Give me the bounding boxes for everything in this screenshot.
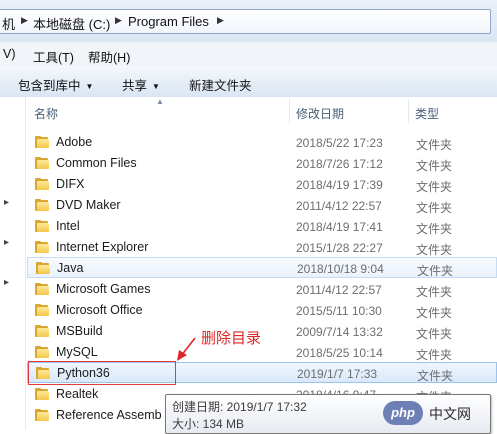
file-type: 文件夹 xyxy=(417,369,454,383)
column-divider[interactable] xyxy=(289,99,290,123)
folder-icon xyxy=(35,199,49,211)
file-name: Common Files xyxy=(56,156,137,170)
file-date: 2011/4/12 22:57 xyxy=(296,283,382,297)
file-type: 文件夹 xyxy=(416,348,453,362)
nav-expand-icon[interactable]: ▸ xyxy=(4,197,9,208)
file-name: MySQL xyxy=(56,345,98,359)
tooltip-created: 创建日期: 2019/1/7 17:32 xyxy=(172,400,307,414)
table-row[interactable]: Java 2018/10/18 9:04 文件夹 xyxy=(27,257,497,278)
file-type: 文件夹 xyxy=(416,306,453,320)
column-name[interactable]: 名称 xyxy=(34,105,58,122)
breadcrumb-drive[interactable]: 本地磁盘 (C:) xyxy=(33,14,110,33)
annotation-highlight-box xyxy=(28,361,176,385)
include-label: 包含到库中 xyxy=(18,79,81,93)
folder-icon xyxy=(35,325,49,337)
column-modified[interactable]: 修改日期 xyxy=(296,105,344,122)
breadcrumb-folder[interactable]: Program Files xyxy=(128,14,209,29)
file-date: 2018/5/22 17:23 xyxy=(296,136,383,150)
column-divider[interactable] xyxy=(408,99,409,123)
folder-icon xyxy=(36,262,50,274)
share-label: 共享 xyxy=(122,79,148,93)
sort-ascending-icon: ▲ xyxy=(156,97,164,106)
folder-icon xyxy=(35,388,49,400)
folder-icon xyxy=(35,157,49,169)
navigation-pane[interactable]: ▸ ▸ ▸ xyxy=(0,97,26,430)
menu-help[interactable]: 帮助(H) xyxy=(88,47,130,66)
watermark-site: 中文网 xyxy=(429,407,471,423)
file-name: Microsoft Office xyxy=(56,303,143,317)
file-type: 文件夹 xyxy=(416,327,453,341)
file-type: 文件夹 xyxy=(416,201,453,215)
file-date: 2018/4/19 17:41 xyxy=(296,220,383,234)
table-row[interactable]: Microsoft Games 2011/4/12 22:57 文件夹 xyxy=(27,279,497,300)
file-name: Realtek xyxy=(56,387,99,401)
file-name: Microsoft Games xyxy=(56,282,151,296)
menu-tools[interactable]: 工具(T) xyxy=(33,47,74,66)
breadcrumb-separator-icon[interactable]: ▶ xyxy=(217,15,224,26)
file-date: 2018/4/19 17:39 xyxy=(296,178,383,192)
file-date: 2019/1/7 17:33 xyxy=(297,367,378,381)
file-type: 文件夹 xyxy=(416,159,453,173)
breadcrumb[interactable]: 机 ▶ 本地磁盘 (C:) ▶ Program Files ▶ xyxy=(0,9,491,34)
file-type: 文件夹 xyxy=(417,264,454,278)
table-row[interactable]: DIFX 2018/4/19 17:39 文件夹 xyxy=(27,174,497,195)
file-date: 2015/1/28 22:27 xyxy=(296,241,383,255)
folder-icon xyxy=(35,178,49,190)
breadcrumb-separator-icon[interactable]: ▶ xyxy=(115,15,122,26)
table-row[interactable]: Common Files 2018/7/26 17:12 文件夹 xyxy=(27,153,497,174)
file-date: 2018/5/25 10:14 xyxy=(296,346,383,360)
php-badge: php xyxy=(383,401,423,425)
folder-icon xyxy=(35,346,49,358)
dropdown-arrow-icon: ▼ xyxy=(152,82,160,91)
file-name: DIFX xyxy=(56,177,85,191)
file-name: Reference Assemb xyxy=(56,408,162,422)
watermark-logo: php 中文网 xyxy=(383,401,495,428)
file-type: 文件夹 xyxy=(416,243,453,257)
folder-icon xyxy=(35,283,49,295)
address-bar: 机 ▶ 本地磁盘 (C:) ▶ Program Files ▶ xyxy=(0,0,497,42)
file-name: MSBuild xyxy=(56,324,103,338)
table-row[interactable]: Adobe 2018/5/22 17:23 文件夹 xyxy=(27,132,497,153)
file-type: 文件夹 xyxy=(416,285,453,299)
table-row[interactable]: Intel 2018/4/19 17:41 文件夹 xyxy=(27,216,497,237)
command-bar: 包含到库中 ▼ 共享 ▼ 新建文件夹 xyxy=(0,66,497,98)
share-button[interactable]: 共享 ▼ xyxy=(122,75,160,94)
folder-icon xyxy=(35,220,49,232)
file-date: 2018/10/18 9:04 xyxy=(297,262,384,276)
file-name: Java xyxy=(57,261,84,275)
file-name: Internet Explorer xyxy=(56,240,149,254)
breadcrumb-separator-icon[interactable]: ▶ xyxy=(21,15,28,26)
column-type[interactable]: 类型 xyxy=(415,105,439,122)
breadcrumb-computer[interactable]: 机 xyxy=(2,14,15,33)
menu-view[interactable]: V) xyxy=(3,47,16,61)
table-row[interactable]: DVD Maker 2011/4/12 22:57 文件夹 xyxy=(27,195,497,216)
file-type: 文件夹 xyxy=(416,180,453,194)
file-date: 2018/7/26 17:12 xyxy=(296,157,383,171)
annotation-label: 删除目录 xyxy=(201,329,262,347)
include-in-library-button[interactable]: 包含到库中 ▼ xyxy=(18,75,93,94)
file-date: 2009/7/14 13:32 xyxy=(296,325,383,339)
column-header: ▲ 名称 修改日期 类型 xyxy=(26,97,497,125)
tooltip-size: 大小: 134 MB xyxy=(172,417,245,431)
file-name: DVD Maker xyxy=(56,198,121,212)
folder-icon xyxy=(35,409,49,421)
file-name: Adobe xyxy=(56,135,93,149)
file-name: Intel xyxy=(56,219,80,233)
folder-icon xyxy=(35,136,49,148)
table-row[interactable]: Microsoft Office 2015/5/11 10:30 文件夹 xyxy=(27,300,497,321)
dropdown-arrow-icon: ▼ xyxy=(85,82,94,91)
file-type: 文件夹 xyxy=(416,138,453,152)
new-folder-button[interactable]: 新建文件夹 xyxy=(189,75,252,94)
nav-expand-icon[interactable]: ▸ xyxy=(4,237,9,248)
file-date: 2015/5/11 10:30 xyxy=(296,304,382,318)
table-row[interactable]: MSBuild 2009/7/14 13:32 文件夹 xyxy=(27,321,497,342)
file-date: 2011/4/12 22:57 xyxy=(296,199,382,213)
folder-icon xyxy=(35,241,49,253)
folder-icon xyxy=(35,304,49,316)
nav-expand-icon[interactable]: ▸ xyxy=(4,277,9,288)
table-row[interactable]: MySQL 2018/5/25 10:14 文件夹 xyxy=(27,342,497,363)
table-row[interactable]: Internet Explorer 2015/1/28 22:27 文件夹 xyxy=(27,237,497,258)
menu-bar: V) 工具(T) 帮助(H) xyxy=(0,42,497,67)
file-type: 文件夹 xyxy=(416,222,453,236)
